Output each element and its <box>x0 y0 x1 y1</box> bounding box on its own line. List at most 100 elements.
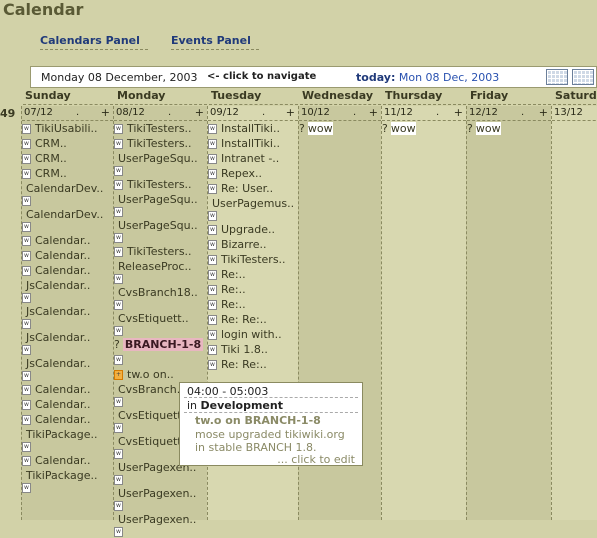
calendar-event[interactable]: w TikiTesters.. <box>114 244 207 259</box>
calendar-event[interactable]: w UserPageSqu.. <box>114 218 207 244</box>
calendar-event[interactable]: ? wow <box>382 121 466 136</box>
event-tooltip[interactable]: 04:00 - 05:003 in Development tw.o on BR… <box>179 382 363 466</box>
day-view-dot[interactable]: . <box>521 107 524 118</box>
calendar-event[interactable]: w TikiUsabili.. <box>22 121 113 136</box>
calendar-event[interactable]: w CvsEtiquett.. <box>114 311 207 337</box>
day-date-link[interactable]: 10/12 <box>301 107 330 118</box>
calendar-event[interactable]: w InstallTiki.. <box>208 136 298 151</box>
day-view-dot[interactable]: . <box>76 107 79 118</box>
calendar-event[interactable]: w login with.. <box>208 327 298 342</box>
event-label: TikiTesters.. <box>221 253 286 266</box>
calendar-event[interactable]: w JsCalendar.. <box>22 278 113 304</box>
calendar-event[interactable]: w Tiki 1.8.. <box>208 342 298 357</box>
calendar-event[interactable]: w CRM.. <box>22 151 113 166</box>
calendar-event[interactable]: w UserPagemus.. <box>208 196 298 222</box>
calendar-event[interactable]: w TikiTesters.. <box>114 121 207 136</box>
today-link[interactable]: today: Mon 08 Dec, 2003 <box>356 71 499 84</box>
calendar-week-icon[interactable] <box>572 69 594 85</box>
day-date-link[interactable]: 08/12 <box>116 107 145 118</box>
calendar-event[interactable]: w CalendarDev.. <box>22 181 113 207</box>
calendar-event[interactable]: w <box>114 352 207 367</box>
event-type-icon: w <box>114 233 123 243</box>
calendar-event[interactable]: w TikiTesters.. <box>114 177 207 192</box>
add-event-button[interactable]: + <box>539 106 548 119</box>
calendar-event[interactable]: w UserPageSqu.. <box>114 192 207 218</box>
event-label: wow <box>307 122 333 135</box>
calendar-event[interactable]: w TikiPackage.. <box>22 427 113 453</box>
calendar-event[interactable]: w JsCalendar.. <box>22 304 113 330</box>
calendar-event[interactable]: w Calendar.. <box>22 248 113 263</box>
day-view-dot[interactable]: . <box>262 107 265 118</box>
day-date-link[interactable]: 07/12 <box>24 107 53 118</box>
calendar-event[interactable]: w TikiTesters.. <box>114 136 207 151</box>
day-view-dot[interactable]: . <box>436 107 439 118</box>
calendar-event[interactable]: w Re: User.. <box>208 181 298 196</box>
calendar-event[interactable]: w CRM.. <box>22 166 113 181</box>
event-label: TikiPackage.. <box>26 428 98 441</box>
calendar-event[interactable]: w Calendar.. <box>22 382 113 397</box>
event-label: Intranet -.. <box>221 152 280 165</box>
event-type-icon: w <box>22 236 31 246</box>
event-label: InstallTiki.. <box>221 137 280 150</box>
calendar-event[interactable]: ? BRANCH-1-8 <box>114 337 207 352</box>
navigation-bar: Monday 08 December, 2003 <- click to nav… <box>30 66 597 88</box>
events-panel-tab[interactable]: Events Panel <box>171 34 259 50</box>
calendar-event[interactable]: w TikiPackage.. <box>22 468 113 494</box>
calendar-event[interactable]: w JsCalendar.. <box>22 330 113 356</box>
event-label: Bizarre.. <box>221 238 267 251</box>
calendar-event[interactable]: w InstallTiki.. <box>208 121 298 136</box>
tooltip-edit-link[interactable]: ... click to edit <box>277 453 355 466</box>
event-label: wow <box>475 122 501 135</box>
add-event-button[interactable]: + <box>286 106 295 119</box>
add-event-button[interactable]: + <box>369 106 378 119</box>
calendar-event[interactable]: w Calendar.. <box>22 412 113 427</box>
calendar-event[interactable]: w Re:.. <box>208 297 298 312</box>
calendar-event[interactable]: w Calendar.. <box>22 233 113 248</box>
calendar-event[interactable]: w Calendar.. <box>22 397 113 412</box>
day-view-dot[interactable]: . <box>168 107 171 118</box>
add-event-button[interactable]: + <box>195 106 204 119</box>
calendar-event[interactable]: w Re: Re:.. <box>208 357 298 372</box>
calendar-event[interactable]: w CRM.. <box>22 136 113 151</box>
day-date-link[interactable]: 13/12 <box>554 107 583 118</box>
day-date-link[interactable]: 11/12 <box>384 107 413 118</box>
calendar-event[interactable]: w UserPagexen.. <box>114 512 207 538</box>
event-type-icon: w <box>22 456 31 466</box>
calendar-event[interactable]: ? wow <box>467 121 551 136</box>
day-column: 11/12. + ? wow <box>381 106 466 520</box>
calendar-event[interactable]: w Re:.. <box>208 267 298 282</box>
calendar-event[interactable]: w Calendar.. <box>22 263 113 278</box>
calendar-event[interactable]: w UserPagexen.. <box>114 486 207 512</box>
calendar-event[interactable]: w Repex.. <box>208 166 298 181</box>
calendar-event[interactable]: w Bizarre.. <box>208 237 298 252</box>
event-type-icon: w <box>114 423 123 433</box>
event-type-icon: w <box>22 124 31 134</box>
calendar-event[interactable]: w TikiTesters.. <box>208 252 298 267</box>
calendar-event[interactable]: w Re:.. <box>208 282 298 297</box>
calendar-event[interactable]: w CvsBranch18.. <box>114 285 207 311</box>
calendar-event[interactable]: + tw.o on.. <box>114 367 207 382</box>
event-label: TikiTesters.. <box>127 137 192 150</box>
day-date-link[interactable]: 09/12 <box>210 107 239 118</box>
event-type-icon: w <box>208 169 217 179</box>
calendar-event[interactable]: w CalendarDev.. <box>22 207 113 233</box>
event-label: Re:.. <box>221 298 246 311</box>
calendar-event[interactable]: w Upgrade.. <box>208 222 298 237</box>
add-event-button[interactable]: + <box>454 106 463 119</box>
calendar-event[interactable]: w JsCalendar.. <box>22 356 113 382</box>
calendar-event[interactable]: w Intranet -.. <box>208 151 298 166</box>
day-date-link[interactable]: 12/12 <box>469 107 498 118</box>
calendar-event[interactable]: w Calendar.. <box>22 453 113 468</box>
event-label: UserPagemus.. <box>212 197 295 210</box>
calendars-panel-tab[interactable]: Calendars Panel <box>40 34 148 50</box>
day-cell-header: 12/12. + <box>467 106 551 121</box>
event-type-icon: w <box>22 139 31 149</box>
calendar-event[interactable]: w UserPageSqu.. <box>114 151 207 177</box>
calendar-event[interactable]: w ReleaseProc.. <box>114 259 207 285</box>
calendar-event[interactable]: w Re: Re:.. <box>208 312 298 327</box>
calendar-event[interactable]: ? wow <box>299 121 381 136</box>
event-type-icon: w <box>208 154 217 164</box>
add-event-button[interactable]: + <box>101 106 110 119</box>
day-view-dot[interactable]: . <box>353 107 356 118</box>
calendar-month-icon[interactable] <box>546 69 568 85</box>
